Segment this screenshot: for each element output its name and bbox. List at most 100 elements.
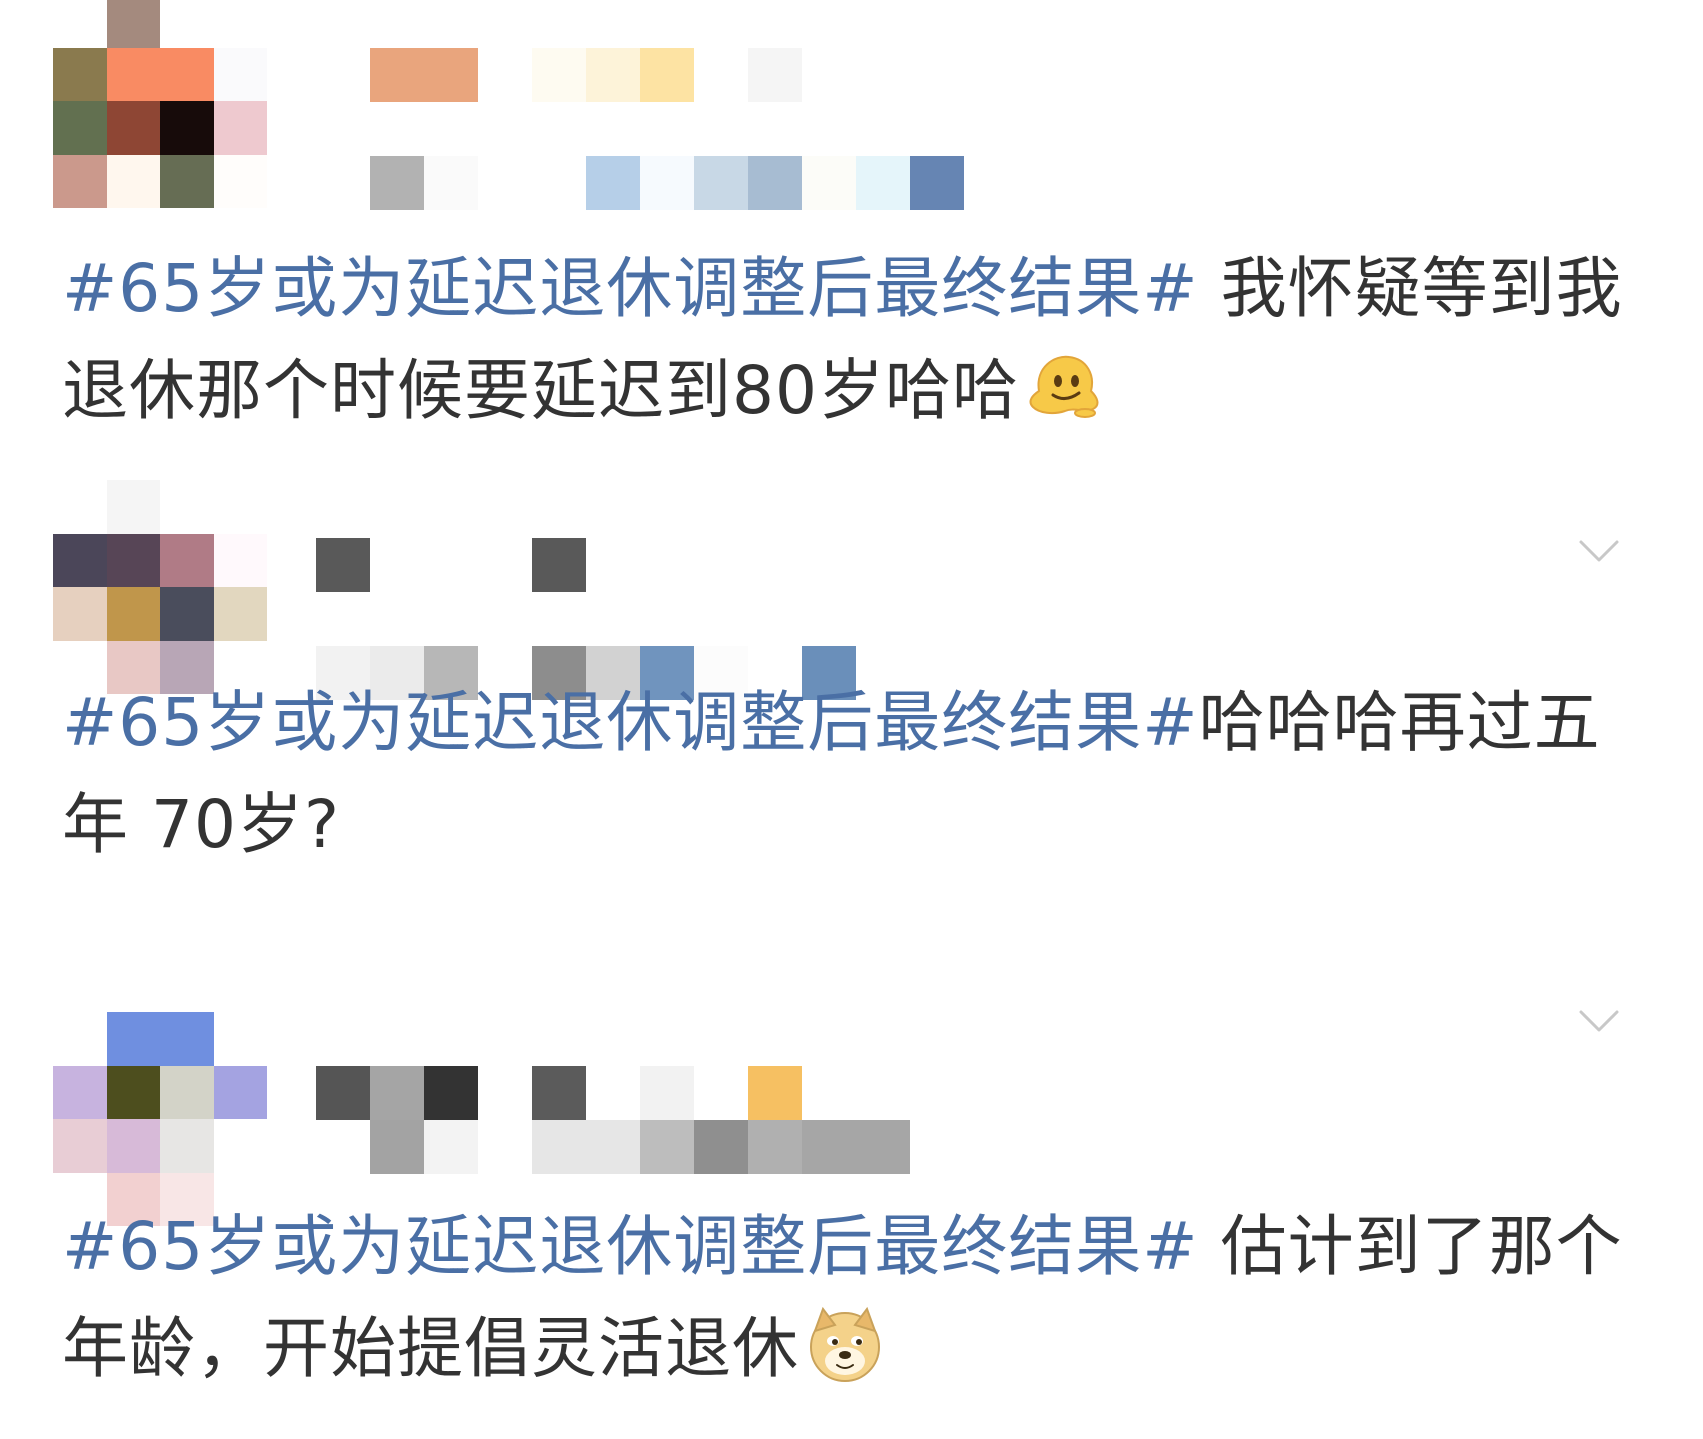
meta-mosaic — [316, 156, 964, 210]
meta-mosaic — [316, 592, 856, 646]
doge-icon — [805, 1305, 885, 1385]
mosaic-pixel — [694, 1066, 748, 1120]
avatar-pixel — [213, 533, 267, 587]
mosaic-pixel — [478, 48, 532, 102]
melting-face-icon — [1025, 347, 1105, 427]
avatar-pixel — [213, 101, 267, 155]
comment-item: #65岁或为延迟退休调整后最终结果# 估计到了那个年龄，开始提倡灵活退休 — [0, 960, 1703, 1439]
mosaic-pixel — [370, 102, 424, 156]
mosaic-pixel — [532, 156, 586, 210]
avatar-pixel — [106, 1065, 160, 1119]
comment-text: #65岁或为延迟退休调整后最终结果# 估计到了那个年龄，开始提倡灵活退休 — [62, 1196, 1652, 1400]
mosaic-pixel — [694, 102, 748, 156]
avatar-pixel — [160, 0, 214, 48]
meta-mosaic — [316, 1120, 910, 1174]
mosaic-pixel — [532, 1120, 586, 1174]
mosaic-pixel — [586, 156, 640, 210]
avatar[interactable] — [53, 1012, 267, 1226]
avatar-pixel — [213, 0, 267, 48]
chevron-down-icon[interactable] — [1577, 528, 1621, 572]
username-mosaic — [316, 1066, 910, 1120]
avatar-pixel — [106, 0, 160, 48]
avatar-pixel — [160, 587, 214, 641]
mosaic-pixel — [316, 1066, 370, 1120]
meta-mosaic — [316, 102, 964, 156]
mosaic-pixel — [424, 102, 478, 156]
mosaic-pixel — [802, 156, 856, 210]
mosaic-pixel — [694, 48, 748, 102]
mosaic-pixel — [424, 538, 478, 592]
avatar-pixel — [160, 1119, 214, 1173]
mosaic-pixel — [748, 1066, 802, 1120]
mosaic-pixel — [478, 1066, 532, 1120]
avatar-pixel — [53, 587, 107, 641]
avatar-pixel — [53, 154, 107, 208]
username-and-meta[interactable] — [316, 48, 964, 210]
mosaic-pixel — [640, 1120, 694, 1174]
avatar-pixel — [53, 1119, 107, 1173]
chevron-down-icon[interactable] — [1577, 998, 1621, 1042]
mosaic-pixel — [748, 1120, 802, 1174]
avatar-pixel — [106, 1119, 160, 1173]
avatar-pixel — [160, 1012, 214, 1066]
mosaic-pixel — [370, 48, 424, 102]
hashtag-link[interactable]: #65岁或为延迟退休调整后最终结果# — [62, 1208, 1199, 1285]
mosaic-pixel — [424, 156, 478, 210]
mosaic-pixel — [910, 156, 964, 210]
mosaic-pixel — [640, 102, 694, 156]
username-mosaic — [316, 48, 964, 102]
avatar-pixel — [160, 47, 214, 101]
avatar-pixel — [213, 1012, 267, 1066]
mosaic-pixel — [478, 592, 532, 646]
mosaic-pixel — [586, 1066, 640, 1120]
hashtag-link[interactable]: #65岁或为延迟退休调整后最终结果# — [62, 684, 1199, 761]
mosaic-pixel — [748, 48, 802, 102]
avatar-pixel — [106, 101, 160, 155]
mosaic-pixel — [586, 102, 640, 156]
mosaic-pixel — [532, 538, 586, 592]
avatar-pixel — [106, 1012, 160, 1066]
mosaic-pixel — [478, 1120, 532, 1174]
mosaic-pixel — [532, 1066, 586, 1120]
mosaic-pixel — [856, 1120, 910, 1174]
avatar-pixel — [106, 47, 160, 101]
mosaic-pixel — [478, 102, 532, 156]
avatar-pixel — [53, 0, 107, 48]
mosaic-pixel — [370, 592, 424, 646]
avatar-pixel — [53, 480, 107, 534]
avatar-pixel — [160, 480, 214, 534]
mosaic-pixel — [640, 1066, 694, 1120]
mosaic-pixel — [532, 592, 586, 646]
avatar[interactable] — [53, 0, 267, 208]
avatar-pixel — [213, 1065, 267, 1119]
avatar-pixel — [213, 154, 267, 208]
avatar[interactable] — [53, 480, 267, 694]
comment-item: #65岁或为延迟退休调整后最终结果#哈哈哈再过五年 70岁? — [0, 480, 1703, 960]
avatar-pixel — [53, 1012, 107, 1066]
mosaic-pixel — [424, 592, 478, 646]
avatar-pixel — [53, 47, 107, 101]
avatar-pixel — [213, 480, 267, 534]
mosaic-pixel — [316, 102, 370, 156]
comment-item: #65岁或为延迟退休调整后最终结果# 我怀疑等到我退休那个时候要延迟到80岁哈哈 — [0, 0, 1703, 480]
mosaic-pixel — [586, 48, 640, 102]
hashtag-link[interactable]: #65岁或为延迟退休调整后最终结果# — [62, 250, 1199, 327]
mosaic-pixel — [424, 1066, 478, 1120]
avatar-pixel — [160, 533, 214, 587]
mosaic-pixel — [370, 538, 424, 592]
mosaic-pixel — [316, 592, 370, 646]
avatar-pixel — [106, 533, 160, 587]
mosaic-pixel — [370, 1120, 424, 1174]
avatar-pixel — [213, 1119, 267, 1173]
avatar-pixel — [213, 47, 267, 101]
avatar-pixel — [53, 533, 107, 587]
username-and-meta[interactable] — [316, 1066, 910, 1174]
avatar-pixel — [106, 480, 160, 534]
mosaic-pixel — [694, 1120, 748, 1174]
avatar-pixel — [53, 101, 107, 155]
avatar-pixel — [213, 587, 267, 641]
avatar-pixel — [160, 101, 214, 155]
comment-text: #65岁或为延迟退休调整后最终结果# 我怀疑等到我退休那个时候要延迟到80岁哈哈 — [62, 238, 1652, 442]
mosaic-pixel — [640, 48, 694, 102]
mosaic-pixel — [316, 48, 370, 102]
